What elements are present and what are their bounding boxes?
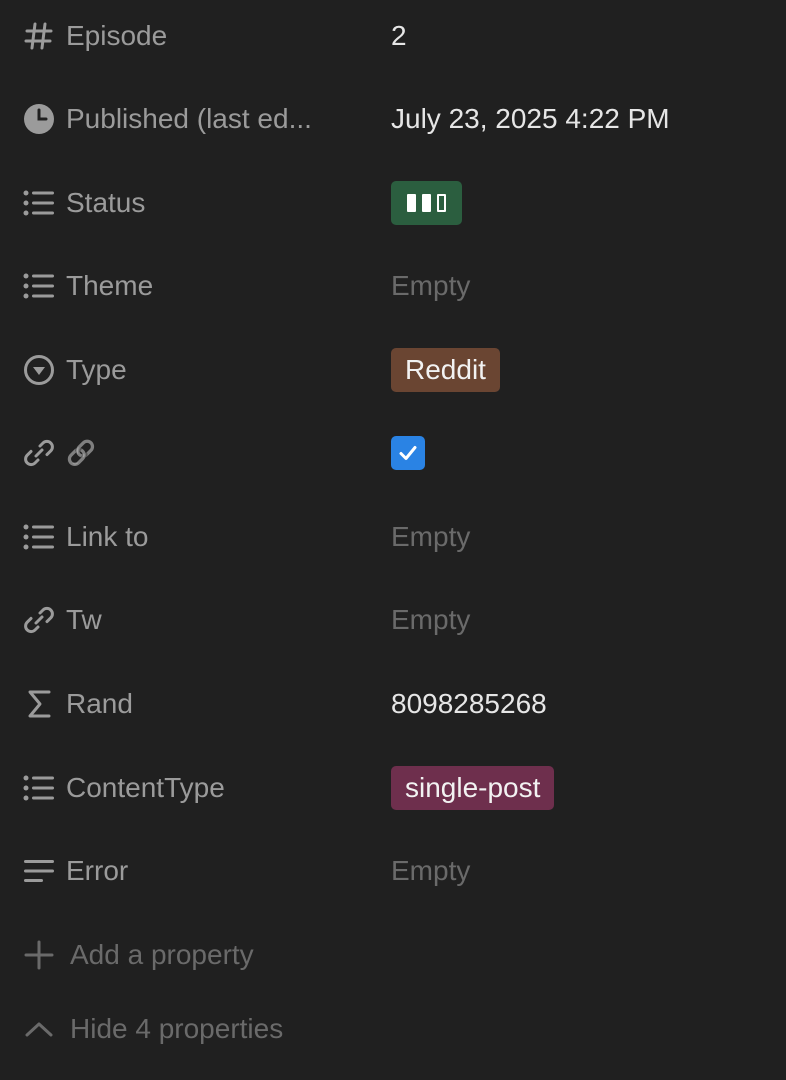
- property-value[interactable]: single-post: [391, 756, 555, 820]
- property-name: Published (last ed...: [66, 103, 312, 134]
- text-icon: [22, 854, 56, 888]
- hide-properties-button[interactable]: Hide 4 properties: [22, 999, 283, 1059]
- property-value-empty[interactable]: Empty: [391, 839, 470, 903]
- property-label[interactable]: ContentType: [22, 756, 362, 820]
- contenttype-tag[interactable]: single-post: [391, 766, 555, 810]
- property-row-rand[interactable]: Rand 8098285268: [0, 672, 786, 736]
- property-row-link-to[interactable]: Link to Empty: [0, 505, 786, 569]
- property-name: ContentType: [66, 772, 225, 803]
- property-name: Status: [66, 187, 146, 218]
- checkbox-checked[interactable]: [391, 436, 425, 470]
- properties-panel: Episode 2 Published (last ed... July 23,…: [0, 0, 786, 1080]
- hide-properties-label: Hide 4 properties: [70, 1013, 284, 1044]
- checkmark-icon: [399, 446, 417, 460]
- status-progress-bars: [407, 194, 446, 212]
- property-row-error[interactable]: Error Empty: [0, 839, 786, 903]
- progress-bar-filled: [422, 194, 431, 212]
- property-row-episode[interactable]: Episode 2: [0, 4, 786, 68]
- property-name: Tw: [66, 604, 102, 635]
- list-icon: [22, 186, 56, 220]
- add-property-label: Add a property: [70, 939, 254, 970]
- property-label[interactable]: Link to: [22, 505, 362, 569]
- property-label[interactable]: 🔗: [22, 421, 362, 485]
- property-label[interactable]: Rand: [22, 672, 362, 736]
- plus-icon: [22, 938, 56, 972]
- property-row-tw[interactable]: Tw Empty: [0, 588, 786, 652]
- property-label[interactable]: Published (last ed...: [22, 87, 362, 151]
- property-row-contenttype[interactable]: ContentType single-post: [0, 756, 786, 820]
- link-icon: [22, 603, 56, 637]
- list-icon: [22, 771, 56, 805]
- property-value[interactable]: Reddit: [391, 338, 500, 402]
- progress-bar-filled: [407, 194, 416, 212]
- property-label[interactable]: Episode: [22, 4, 362, 68]
- property-name: Episode: [66, 20, 168, 51]
- property-label[interactable]: Status: [22, 171, 362, 235]
- property-value[interactable]: [391, 171, 462, 235]
- property-name: Rand: [66, 688, 133, 719]
- link-icon: [22, 436, 56, 470]
- sigma-icon: [22, 687, 56, 721]
- property-row-type[interactable]: Type Reddit: [0, 338, 786, 402]
- property-row-link[interactable]: 🔗: [0, 421, 786, 485]
- property-value-empty[interactable]: Empty: [391, 254, 470, 318]
- property-value[interactable]: 8098285268: [391, 672, 547, 736]
- property-name: 🔗: [66, 439, 96, 467]
- property-value[interactable]: 2: [391, 4, 407, 68]
- progress-bar-empty: [437, 194, 446, 212]
- list-icon: [22, 269, 56, 303]
- clock-icon: [22, 102, 56, 136]
- add-property-button[interactable]: Add a property: [22, 925, 254, 985]
- property-name: Link to: [66, 521, 149, 552]
- hash-icon: [22, 19, 56, 53]
- property-row-theme[interactable]: Theme Empty: [0, 254, 786, 318]
- property-name: Theme: [66, 270, 154, 301]
- property-label[interactable]: Type: [22, 338, 362, 402]
- property-row-published[interactable]: Published (last ed... July 23, 2025 4:22…: [0, 87, 786, 151]
- property-name: Error: [66, 855, 129, 886]
- property-label[interactable]: Theme: [22, 254, 362, 318]
- list-icon: [22, 520, 56, 554]
- select-icon: [22, 353, 56, 387]
- property-value[interactable]: July 23, 2025 4:22 PM: [391, 87, 670, 151]
- property-row-status[interactable]: Status: [0, 171, 786, 235]
- property-label[interactable]: Error: [22, 839, 362, 903]
- type-tag[interactable]: Reddit: [391, 348, 500, 392]
- status-tag[interactable]: [391, 181, 462, 225]
- property-value[interactable]: [391, 421, 425, 485]
- property-value-empty[interactable]: Empty: [391, 505, 470, 569]
- property-value-empty[interactable]: Empty: [391, 588, 470, 652]
- property-name: Type: [66, 354, 127, 385]
- property-label[interactable]: Tw: [22, 588, 362, 652]
- chevron-up-icon: [22, 1012, 56, 1046]
